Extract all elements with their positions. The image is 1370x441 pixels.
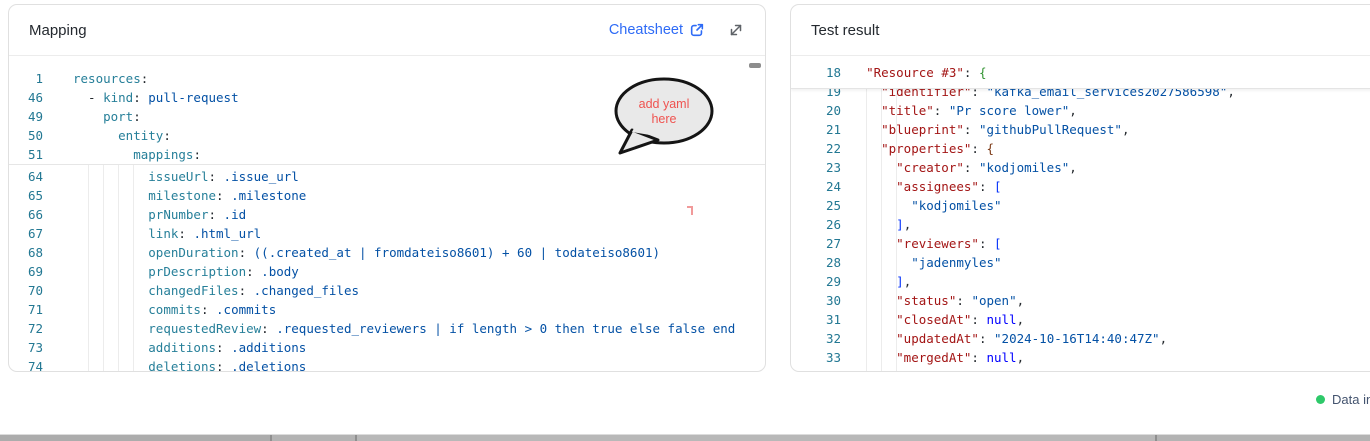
line-number: 18 xyxy=(791,63,841,82)
code-line: 73 additions: .additions xyxy=(9,338,765,357)
line-number: 67 xyxy=(9,224,43,243)
table-header-divider xyxy=(1155,435,1157,441)
indent-guide xyxy=(896,56,897,372)
line-number: 66 xyxy=(9,205,43,224)
table-header-divider xyxy=(270,435,272,441)
code-line: 69 prDescription: .body xyxy=(9,262,765,281)
code-line: 68 openDuration: ((.created_at | fromdat… xyxy=(9,243,765,262)
line-number: 49 xyxy=(9,107,43,126)
indent-guide xyxy=(118,165,119,372)
json-result-viewer[interactable]: 19 "identifier": "kafka_email_services20… xyxy=(791,56,1370,372)
table-header-segment xyxy=(0,435,270,441)
line-number: 50 xyxy=(9,126,43,145)
expand-icon[interactable] xyxy=(727,21,745,39)
code-line: 64 issueUrl: .issue_url xyxy=(9,167,765,186)
line-number: 73 xyxy=(9,338,43,357)
line-number: 70 xyxy=(9,281,43,300)
line-number: 21 xyxy=(791,120,841,139)
line-number: 29 xyxy=(791,272,841,291)
code-line: 74 deletions: .deletions xyxy=(9,357,765,372)
code-line: 18 "Resource #3": { xyxy=(791,63,1370,82)
code-line: 27 "reviewers": [ xyxy=(791,234,1370,253)
line-number: 71 xyxy=(9,300,43,319)
yaml-editor[interactable]: 1resources:46 - kind: pull-request49 por… xyxy=(9,56,765,372)
cheatsheet-link-label: Cheatsheet xyxy=(609,22,683,38)
code-line: 72 requestedReview: .requested_reviewers… xyxy=(9,319,765,338)
code-line: 33 "mergedAt": null, xyxy=(791,348,1370,367)
line-number: 22 xyxy=(791,139,841,158)
test-result-panel: Test result 19 "identifier": "kafka_emai… xyxy=(790,4,1370,372)
sticky-scroll-lines: 18 "Resource #3": { xyxy=(791,56,1370,89)
line-number: 23 xyxy=(791,158,841,177)
test-result-panel-header: Test result xyxy=(791,5,1370,56)
code-line: 23 "creator": "kodjomiles", xyxy=(791,158,1370,177)
code-line: 34 "createdAt": "2024-08-20T12:49:15Z" xyxy=(791,367,1370,372)
line-number: 69 xyxy=(9,262,43,281)
line-number: 1 xyxy=(9,69,43,88)
line-number: 64 xyxy=(9,167,43,186)
code-line: 51 mappings: xyxy=(9,145,765,164)
code-line: 29 ], xyxy=(791,272,1370,291)
code-line: 66 prNumber: .id xyxy=(9,205,765,224)
code-line: 26 ], xyxy=(791,215,1370,234)
code-line: 25 "kodjomiles" xyxy=(791,196,1370,215)
code-line: 67 link: .html_url xyxy=(9,224,765,243)
line-number: 33 xyxy=(791,348,841,367)
line-number: 72 xyxy=(9,319,43,338)
code-line: 46 - kind: pull-request xyxy=(9,88,765,107)
status-label: Data in xyxy=(1332,392,1370,407)
code-line: 50 entity: xyxy=(9,126,765,145)
line-number: 27 xyxy=(791,234,841,253)
line-number: 25 xyxy=(791,196,841,215)
code-line: 20 "title": "Pr score lower", xyxy=(791,101,1370,120)
line-number: 20 xyxy=(791,101,841,120)
code-line: 70 changedFiles: .changed_files xyxy=(9,281,765,300)
code-line: 71 commits: .commits xyxy=(9,300,765,319)
status-indicator: Data in xyxy=(1316,392,1370,407)
line-number: 26 xyxy=(791,215,841,234)
code-line: 22 "properties": { xyxy=(791,139,1370,158)
indent-guide xyxy=(103,165,104,372)
code-line: 24 "assignees": [ xyxy=(791,177,1370,196)
code-line: 1resources: xyxy=(9,69,765,88)
line-number: 46 xyxy=(9,88,43,107)
mapping-panel-header: Mapping Cheatsheet xyxy=(9,5,765,56)
vertical-scrollbar-thumb[interactable] xyxy=(749,63,761,68)
sticky-scroll-lines: 1resources:46 - kind: pull-request49 por… xyxy=(9,56,765,165)
code-line: 32 "updatedAt": "2024-10-16T14:40:47Z", xyxy=(791,329,1370,348)
cursor-mark xyxy=(687,206,693,215)
page-title: Mapping xyxy=(29,22,87,39)
json-code-lines: 19 "identifier": "kafka_email_services20… xyxy=(791,56,1370,372)
line-number: 68 xyxy=(9,243,43,262)
external-link-icon xyxy=(689,22,705,38)
line-number: 65 xyxy=(9,186,43,205)
line-number: 24 xyxy=(791,177,841,196)
yaml-code-lines: 64 issueUrl: .issue_url65 milestone: .mi… xyxy=(9,165,765,372)
line-number: 74 xyxy=(9,357,43,372)
code-line: 21 "blueprint": "githubPullRequest", xyxy=(791,120,1370,139)
code-line: 28 "jadenmyles" xyxy=(791,253,1370,272)
line-number: 32 xyxy=(791,329,841,348)
clipped-table-header xyxy=(0,434,1370,441)
line-number: 28 xyxy=(791,253,841,272)
indent-guide xyxy=(881,56,882,372)
code-line: 49 port: xyxy=(9,107,765,126)
indent-guide xyxy=(88,165,89,372)
table-header-segment xyxy=(355,435,1155,441)
cheatsheet-link[interactable]: Cheatsheet xyxy=(609,22,705,38)
code-line: 30 "status": "open", xyxy=(791,291,1370,310)
line-number: 30 xyxy=(791,291,841,310)
mapping-panel: Mapping Cheatsheet xyxy=(8,4,766,372)
indent-guide xyxy=(133,165,134,372)
test-result-title: Test result xyxy=(811,22,879,39)
indent-guide xyxy=(866,56,867,372)
code-line: 65 milestone: .milestone xyxy=(9,186,765,205)
line-number: 31 xyxy=(791,310,841,329)
code-line: 31 "closedAt": null, xyxy=(791,310,1370,329)
line-number: 34 xyxy=(791,367,841,372)
table-header-divider xyxy=(355,435,357,441)
line-number: 51 xyxy=(9,145,43,164)
green-status-dot-icon xyxy=(1316,395,1325,404)
